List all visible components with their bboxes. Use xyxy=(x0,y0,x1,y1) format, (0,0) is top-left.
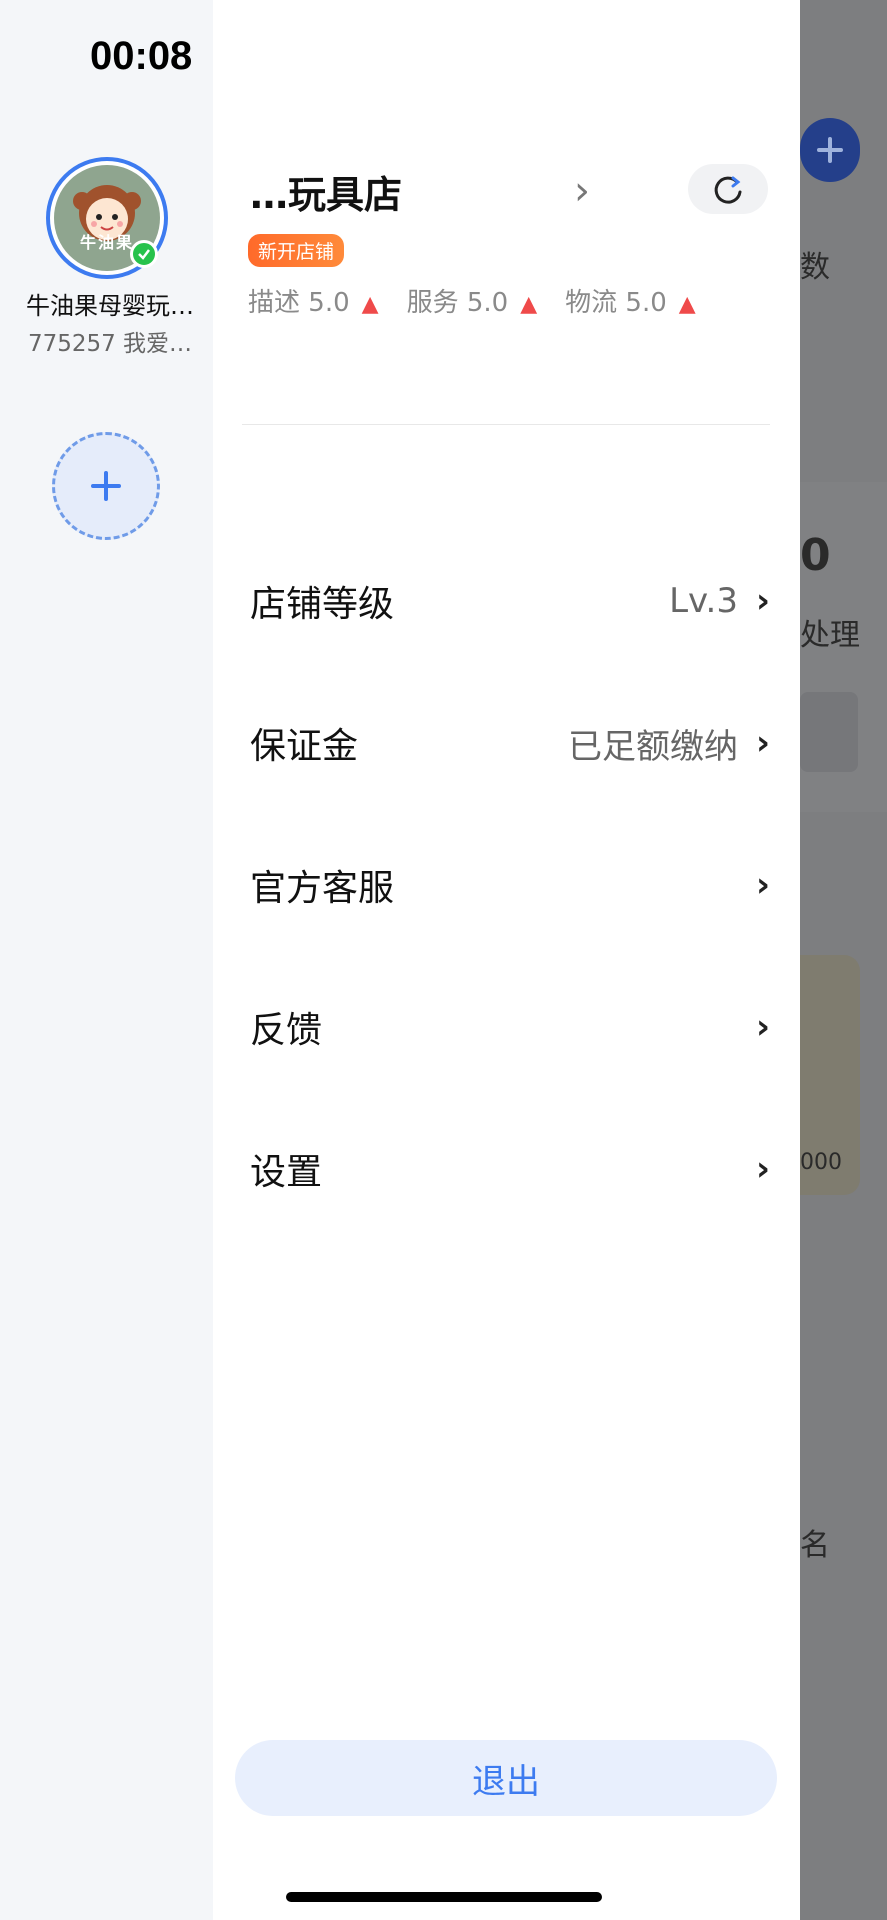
up-arrow-icon: ▲ xyxy=(678,292,696,317)
add-account-button[interactable] xyxy=(52,432,160,540)
shop-ratings: 描述 5.0 ▲ 服务 5.0 ▲ 物流 5.0 ▲ xyxy=(248,282,696,319)
home-indicator[interactable] xyxy=(286,1892,602,1902)
rating-score: 5.0 xyxy=(466,288,509,318)
chevron-right-icon[interactable]: › xyxy=(574,168,590,214)
shop-name[interactable]: …玩具店 xyxy=(250,164,402,219)
switch-shop-button[interactable] xyxy=(688,164,768,214)
account-subtitle: 775257 我爱… xyxy=(27,331,193,357)
plus-icon xyxy=(91,471,121,501)
chevron-right-icon: › xyxy=(755,581,770,621)
logout-button[interactable]: 退出 xyxy=(235,1740,777,1816)
chevron-right-icon: › xyxy=(755,1149,770,1189)
rating-label: 描述 xyxy=(248,288,301,318)
menu-label: 店铺等级 xyxy=(250,584,395,625)
background-text: 数 xyxy=(800,250,830,285)
menu-label: 设置 xyxy=(250,1152,323,1193)
menu-item-settings[interactable]: 设置 › xyxy=(250,1124,770,1214)
up-arrow-icon: ▲ xyxy=(520,292,538,317)
verified-check-icon xyxy=(130,240,158,268)
background-text: 名 xyxy=(800,1528,830,1563)
rating-score: 5.0 xyxy=(625,288,667,318)
menu-value: Lv.3 xyxy=(669,581,738,621)
status-time: 00:08 xyxy=(90,34,193,78)
menu-item-customer-service[interactable]: 官方客服 › xyxy=(250,840,770,930)
menu-item-feedback[interactable]: 反馈 › xyxy=(250,982,770,1072)
background-text: 000 xyxy=(800,1150,842,1175)
background-card xyxy=(800,692,858,772)
rating-logistics: 物流 5.0 ▲ xyxy=(565,282,696,319)
background-text: 0 xyxy=(800,530,831,581)
divider xyxy=(242,424,770,425)
menu-label: 官方客服 xyxy=(250,868,395,909)
menu-label: 保证金 xyxy=(250,726,359,767)
background-text: 处理 xyxy=(800,618,860,653)
menu-item-shop-level[interactable]: 店铺等级 Lv.3 › xyxy=(250,556,770,646)
chevron-right-icon: › xyxy=(755,1007,770,1047)
chevron-right-icon: › xyxy=(755,723,770,763)
menu-value: 已足额缴纳 xyxy=(567,726,738,767)
rating-label: 物流 xyxy=(565,288,618,318)
rating-service: 服务 5.0 ▲ xyxy=(407,282,538,319)
refresh-icon xyxy=(714,176,742,204)
up-arrow-icon: ▲ xyxy=(361,292,379,317)
background-plus-icon xyxy=(800,118,860,182)
rating-description: 描述 5.0 ▲ xyxy=(248,282,379,319)
new-shop-badge: 新开店铺 xyxy=(248,234,345,267)
menu-label: 反馈 xyxy=(250,1010,323,1051)
menu-item-deposit[interactable]: 保证金 已足额缴纳 › xyxy=(250,698,770,788)
rating-score: 5.0 xyxy=(308,288,350,318)
rating-label: 服务 xyxy=(406,288,459,318)
account-name: 牛油果母婴玩… xyxy=(26,292,194,320)
chevron-right-icon: › xyxy=(755,865,770,905)
